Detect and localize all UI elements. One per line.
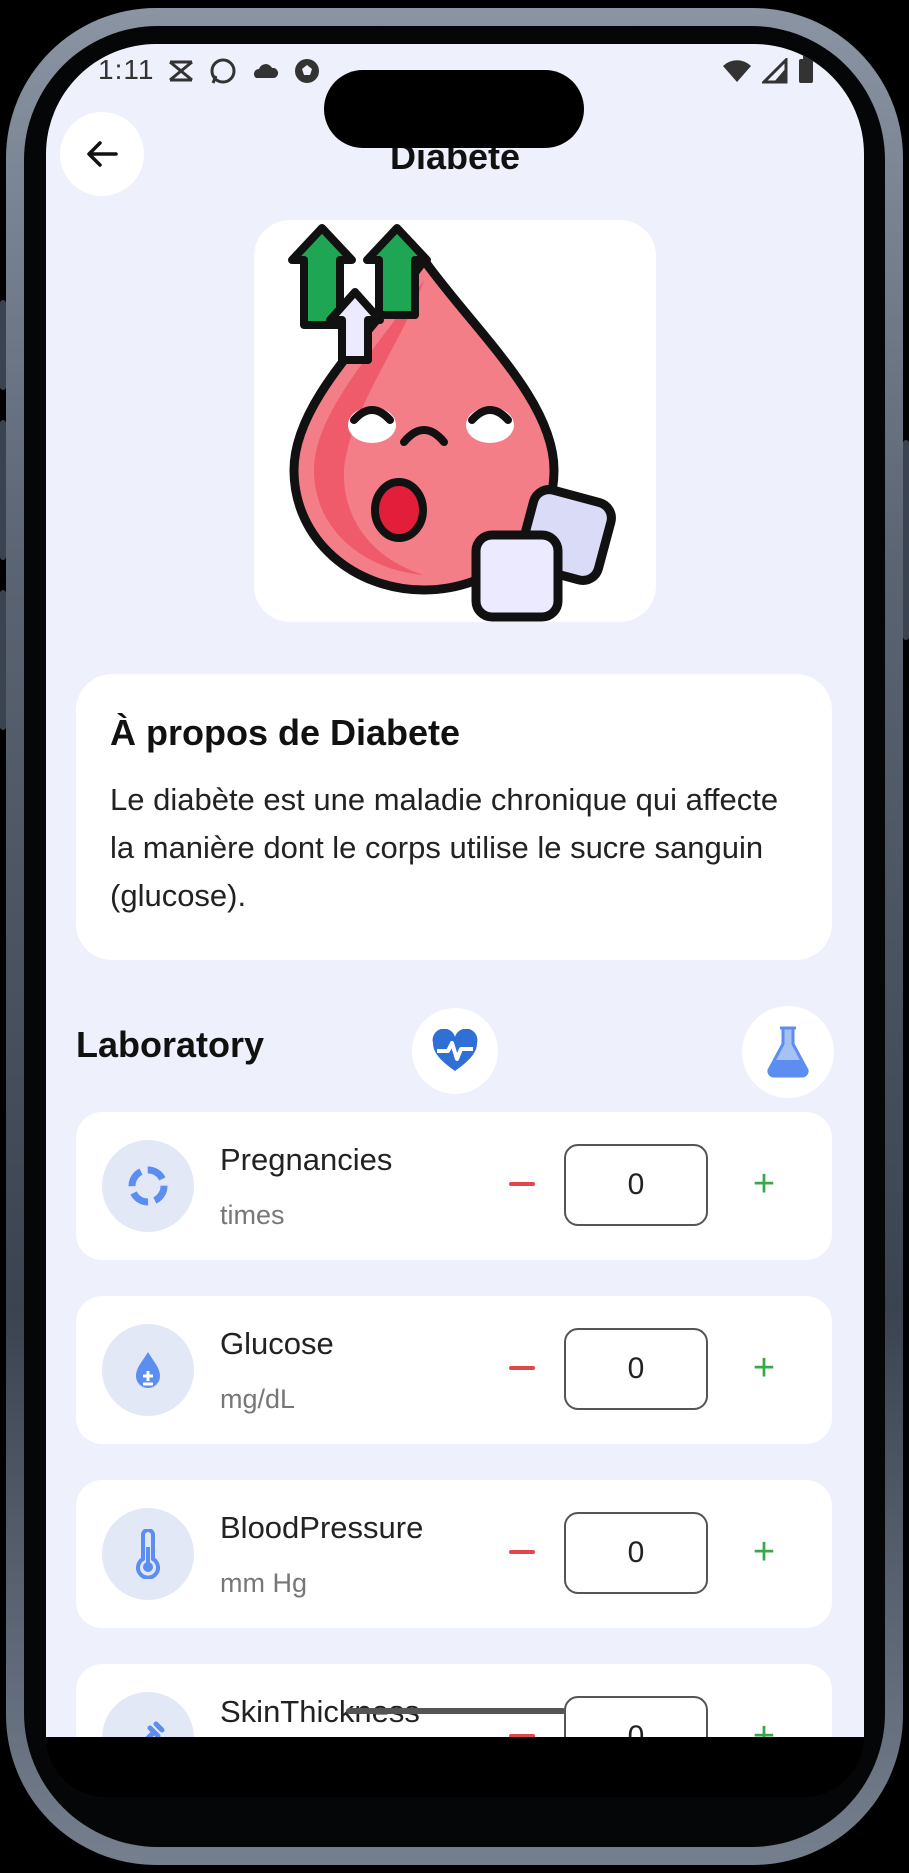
lab-row-icon-container xyxy=(102,1508,194,1600)
arrow-left-icon xyxy=(87,141,118,167)
cloud-icon xyxy=(250,56,280,86)
status-time: 1:11 xyxy=(98,54,155,85)
value-input[interactable]: 0 xyxy=(564,1696,708,1737)
side-button xyxy=(0,300,6,390)
wifi-icon xyxy=(722,58,752,91)
app-screen: 1:11 Diabete À propos de Diabete Le diab… xyxy=(46,44,864,1737)
value-input[interactable]: 0 xyxy=(564,1328,708,1410)
volume-up-button xyxy=(0,420,6,560)
thermometer-icon xyxy=(136,1529,160,1579)
value-input[interactable]: 0 xyxy=(564,1144,708,1226)
power-button xyxy=(903,440,909,640)
progress-ring-icon xyxy=(128,1166,168,1206)
lab-row-glucose: Glucose mg/dL 0 + xyxy=(76,1296,832,1444)
signal-icon xyxy=(760,56,788,91)
soccer-ball-icon xyxy=(292,56,322,86)
lab-row-unit: times xyxy=(220,1200,285,1230)
decrement-button[interactable] xyxy=(500,1530,544,1574)
system-icons xyxy=(722,56,814,91)
syringe-icon xyxy=(145,1721,165,1737)
about-title: À propos de Diabete xyxy=(110,712,461,753)
lab-row-name: BloodPressure xyxy=(220,1510,424,1545)
notification-icons xyxy=(166,56,322,86)
volume-down-button xyxy=(0,590,6,730)
heart-rate-button[interactable] xyxy=(412,1008,498,1094)
home-indicator[interactable] xyxy=(346,1708,566,1714)
decrement-button[interactable] xyxy=(500,1162,544,1206)
increment-button[interactable]: + xyxy=(742,1346,786,1390)
laboratory-button[interactable] xyxy=(742,1006,834,1098)
about-description: Le diabète est une maladie chronique qui… xyxy=(110,782,779,913)
increment-button[interactable]: + xyxy=(742,1714,786,1737)
lab-row-icon-container xyxy=(102,1140,194,1232)
about-card: À propos de Diabete Le diabète est une m… xyxy=(76,674,832,960)
dynamic-island xyxy=(324,70,584,148)
capcut-icon xyxy=(166,56,196,86)
decrement-button[interactable] xyxy=(500,1714,544,1737)
battery-icon xyxy=(798,56,814,91)
sad-blood-drop-illustration xyxy=(288,224,616,622)
increment-button[interactable]: + xyxy=(742,1162,786,1206)
back-button[interactable] xyxy=(60,112,144,196)
lab-row-blood-pressure: BloodPressure mm Hg 0 + xyxy=(76,1480,832,1628)
flask-icon xyxy=(767,1026,809,1078)
lab-row-name: Glucose xyxy=(220,1326,334,1361)
lab-row-icon-container xyxy=(102,1324,194,1416)
lab-row-icon-container xyxy=(102,1692,194,1737)
lab-row-name: Pregnancies xyxy=(220,1142,393,1177)
value-input[interactable]: 0 xyxy=(564,1512,708,1594)
lab-row-skin-thickness: SkinThickness 0 + xyxy=(76,1664,832,1737)
whatsapp-icon xyxy=(208,56,238,86)
lab-row-unit: mm Hg xyxy=(220,1568,307,1598)
laboratory-heading: Laboratory xyxy=(76,1024,265,1065)
heart-pulse-icon xyxy=(432,1029,478,1071)
lab-row-pregnancies: Pregnancies times 0 + xyxy=(76,1112,832,1260)
screen-bottom-bezel xyxy=(46,1737,864,1797)
lab-row-unit: mg/dL xyxy=(220,1384,296,1414)
hero-image-card xyxy=(254,220,656,622)
increment-button[interactable]: + xyxy=(742,1530,786,1574)
blood-drop-icon xyxy=(136,1352,160,1388)
decrement-button[interactable] xyxy=(500,1346,544,1390)
